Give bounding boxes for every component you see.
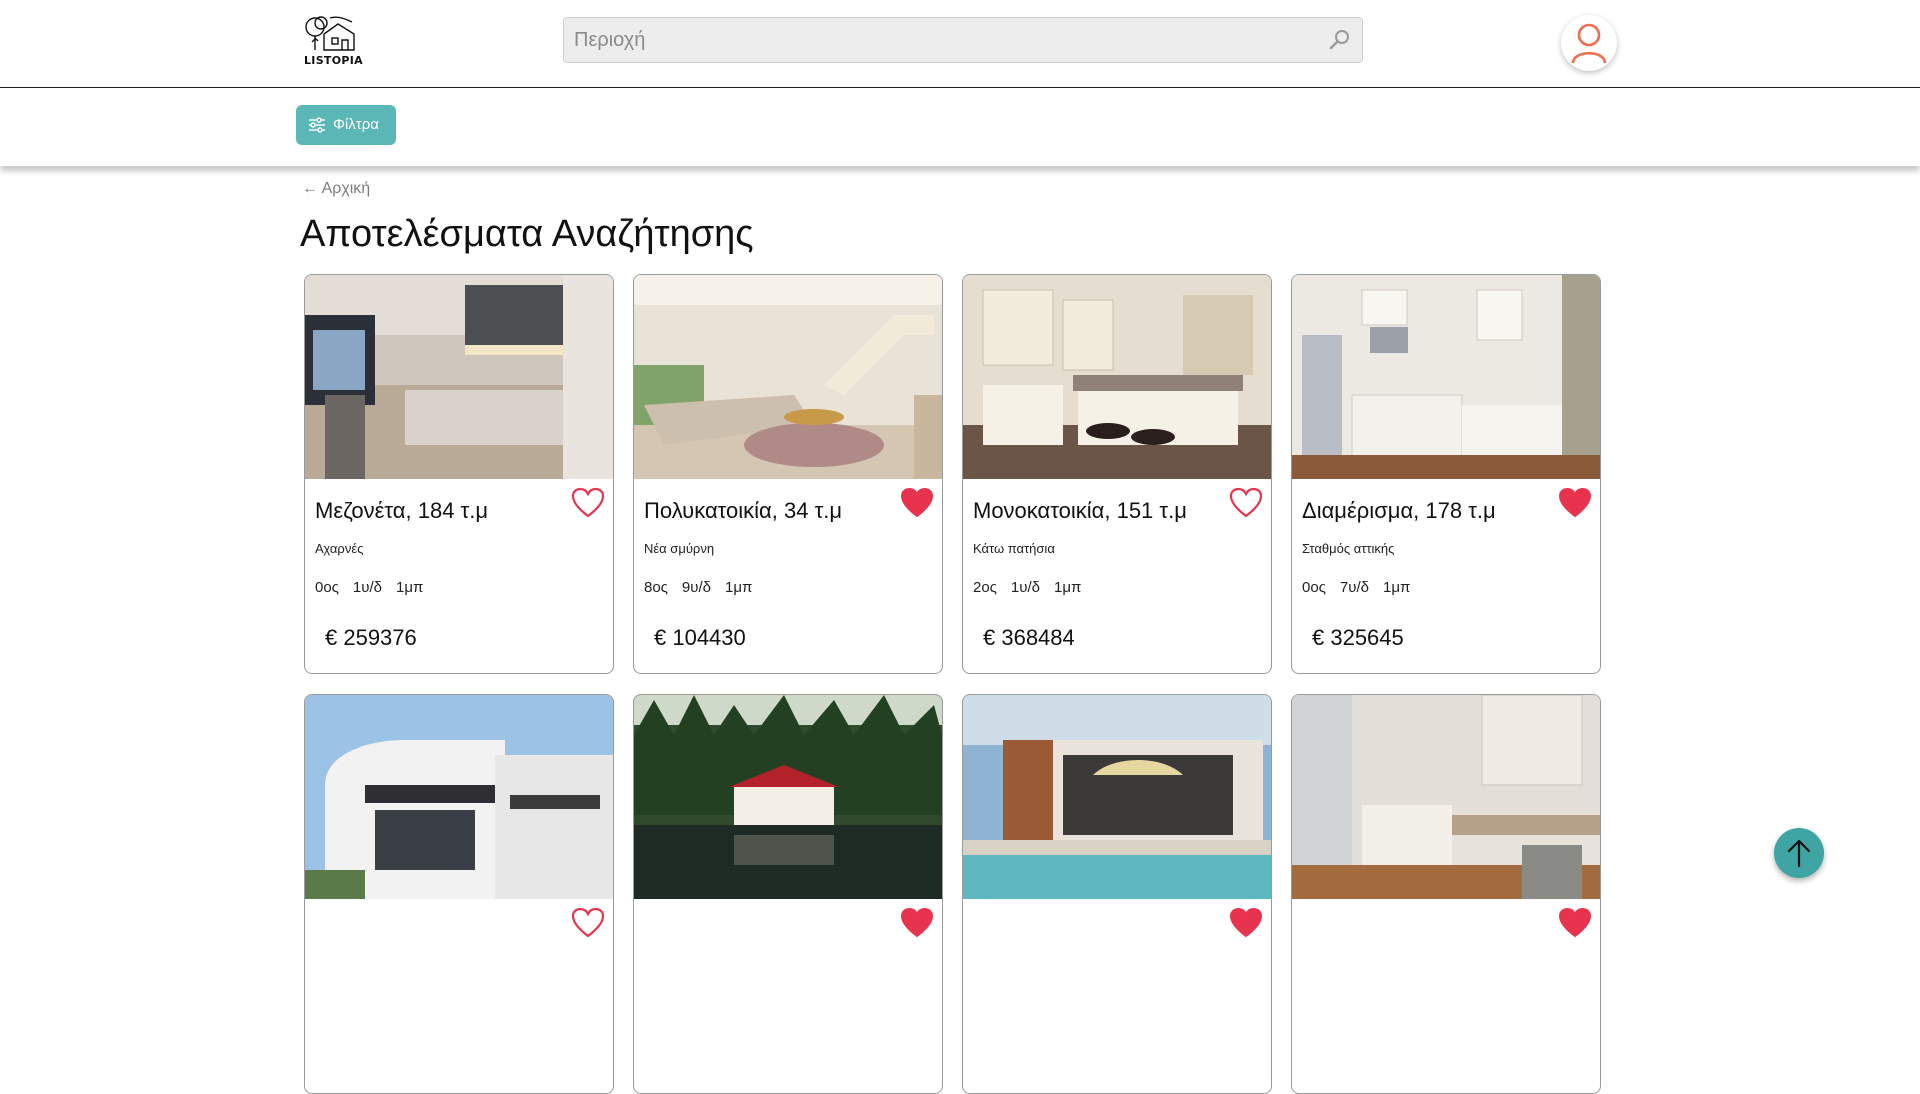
logo-text: LISTOPIA: [304, 54, 363, 67]
listing-floor: 8ος: [644, 579, 668, 596]
arrow-up-icon: [1787, 839, 1811, 868]
listing-specs: 2ος 1υ/δ 1μπ: [973, 579, 1095, 596]
heart-filled-icon[interactable]: [1558, 487, 1592, 519]
listing-photo[interactable]: [963, 695, 1271, 899]
listing-area: Αχαρνές: [315, 541, 364, 556]
listing-rooms: 7υ/δ: [1339, 579, 1369, 596]
listing-baths: 1μπ: [1382, 579, 1411, 596]
listing-card[interactable]: [304, 694, 614, 1094]
listing-area: Κάτω πατήσια: [973, 541, 1055, 556]
scroll-to-top-button[interactable]: [1774, 828, 1824, 878]
heart-outline-icon[interactable]: [571, 487, 605, 519]
search-icon[interactable]: [1328, 28, 1352, 52]
house-tree-logo-icon: [305, 16, 355, 51]
listing-price: € 368484: [983, 625, 1075, 650]
listing-title[interactable]: Μονοκατοικία, 151 τ.μ: [973, 498, 1187, 524]
heart-outline-icon[interactable]: [1229, 487, 1263, 519]
listing-photo[interactable]: [305, 275, 613, 479]
listing-rooms: 9υ/δ: [681, 579, 711, 596]
listing-rooms: 1υ/δ: [352, 579, 382, 596]
listing-floor: 0ος: [315, 579, 339, 596]
listing-title[interactable]: Μεζονέτα, 184 τ.μ: [315, 498, 488, 524]
heart-filled-icon[interactable]: [900, 907, 934, 939]
listing-card[interactable]: Μεζονέτα, 184 τ.μ Αχαρνές 0ος 1υ/δ 1μπ € 2…: [304, 274, 614, 674]
listing-title[interactable]: Πολυκατοικία, 34 τ.μ: [644, 498, 842, 524]
heart-filled-icon[interactable]: [900, 487, 934, 519]
sliders-icon: [309, 117, 325, 133]
listing-baths: 1μπ: [395, 579, 424, 596]
listing-photo[interactable]: [1292, 695, 1600, 899]
listing-specs: 0ος 1υ/δ 1μπ: [315, 579, 437, 596]
listing-photo[interactable]: [305, 695, 613, 899]
search-input[interactable]: [574, 18, 1314, 62]
listing-photo[interactable]: [963, 275, 1271, 479]
listing-card[interactable]: [633, 694, 943, 1094]
listing-card[interactable]: [962, 694, 1272, 1094]
listing-price: € 259376: [325, 625, 417, 650]
listing-card[interactable]: [1291, 694, 1601, 1094]
user-icon: [1571, 23, 1607, 64]
listing-baths: 1μπ: [724, 579, 753, 596]
heart-filled-icon[interactable]: [1558, 907, 1592, 939]
listing-price: € 325645: [1312, 625, 1404, 650]
listing-photo[interactable]: [634, 275, 942, 479]
listing-specs: 0ος 7υ/δ 1μπ: [1302, 579, 1424, 596]
listing-photo[interactable]: [1292, 275, 1600, 479]
listing-title[interactable]: Διαμέρισμα, 178 τ.μ: [1302, 498, 1496, 524]
listing-floor: 2ος: [973, 579, 997, 596]
listing-photo[interactable]: [634, 695, 942, 899]
listing-baths: 1μπ: [1053, 579, 1082, 596]
listing-card[interactable]: Μονοκατοικία, 151 τ.μ Κάτω πατήσια 2ος 1υ…: [962, 274, 1272, 674]
listing-card[interactable]: Διαμέρισμα, 178 τ.μ Σταθμός αττικής 0ος 7…: [1291, 274, 1601, 674]
filters-button[interactable]: Φίλτρα: [296, 105, 396, 145]
page-title: Αποτελέσματα Αναζήτησης: [300, 213, 754, 255]
heart-filled-icon[interactable]: [1229, 907, 1263, 939]
back-home-link[interactable]: ← Αρχική: [302, 180, 370, 198]
listing-specs: 8ος 9υ/δ 1μπ: [644, 579, 766, 596]
listopia-logo[interactable]: LISTOPIA: [302, 14, 366, 68]
listing-area: Σταθμός αττικής: [1302, 541, 1395, 556]
heart-outline-icon[interactable]: [571, 907, 605, 939]
top-navbar: LISTOPIA: [0, 0, 1920, 88]
listing-price: € 104430: [654, 625, 746, 650]
search-bar: [563, 17, 1363, 63]
listing-area: Νέα σμύρνη: [644, 541, 715, 556]
user-avatar-button[interactable]: [1561, 15, 1617, 71]
filters-button-label: Φίλτρα: [333, 116, 379, 133]
listing-rooms: 1υ/δ: [1010, 579, 1040, 596]
listing-card[interactable]: Πολυκατοικία, 34 τ.μ Νέα σμύρνη 8ος 9υ/δ 1…: [633, 274, 943, 674]
listing-floor: 0ος: [1302, 579, 1326, 596]
filter-bar: Φίλτρα: [0, 88, 1920, 166]
